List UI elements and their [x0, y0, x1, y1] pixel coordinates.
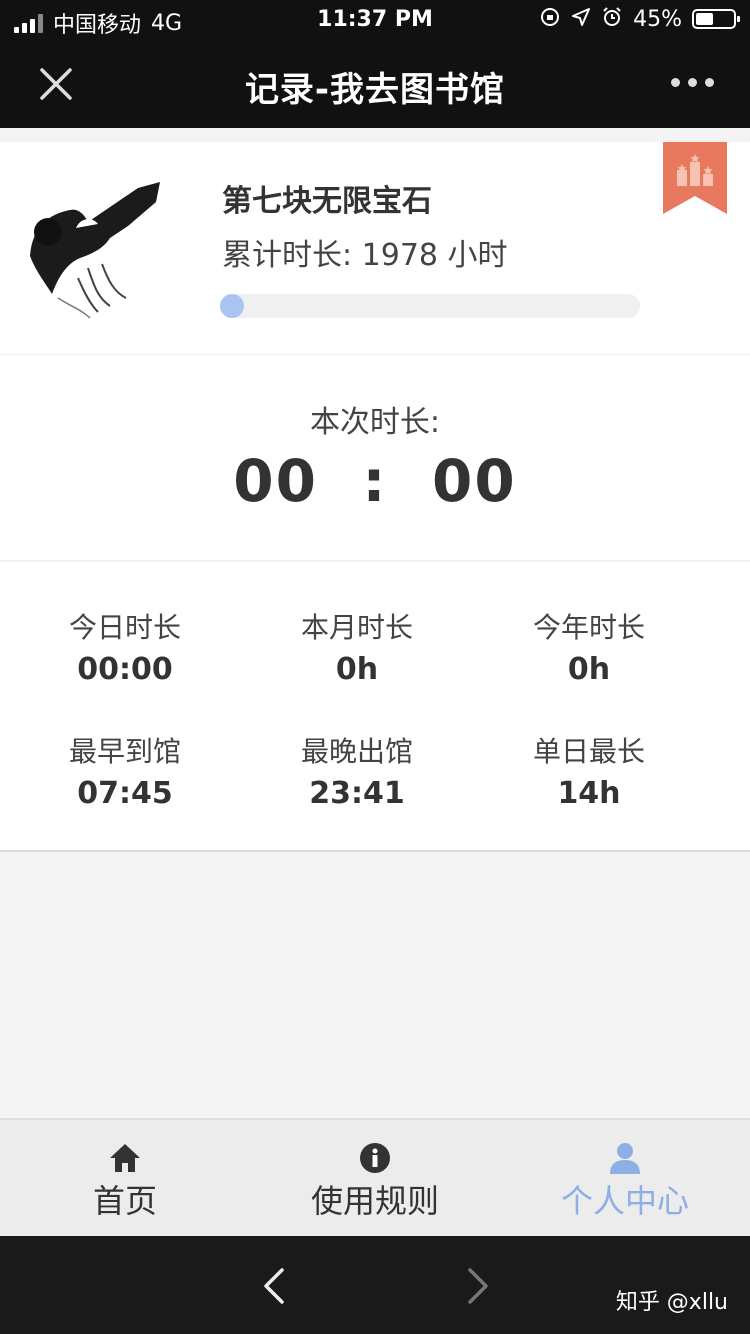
stat-value: 0h	[335, 652, 379, 687]
orientation-lock-icon	[539, 6, 561, 32]
stat-today: 今日时长 00:00	[0, 606, 250, 687]
progress-knob	[220, 294, 244, 318]
tab-bar: 首页 使用规则 个人中心	[0, 1118, 750, 1236]
stat-longest-day: 单日最长 14h	[464, 730, 714, 811]
session-clock: 00 : 00	[233, 447, 517, 515]
stat-value: 23:41	[309, 776, 405, 811]
back-icon[interactable]	[260, 1266, 290, 1310]
tab-label: 首页	[92, 1182, 157, 1220]
tab-home[interactable]: 首页	[0, 1140, 250, 1222]
stat-label: 本月时长	[300, 611, 413, 644]
page-title: 记录-我去图书馆	[244, 70, 506, 110]
location-icon	[571, 7, 591, 31]
total-duration: 累计时长: 1978 小时	[222, 238, 508, 273]
status-bar: 中国移动 4G 11:37 PM 45%	[0, 0, 750, 40]
status-right: 45%	[539, 6, 740, 32]
stat-label: 今年时长	[532, 611, 645, 644]
avatar[interactable]	[18, 168, 180, 324]
tab-rules[interactable]: 使用规则	[250, 1140, 500, 1222]
browser-bar: 知乎 @xllu	[0, 1236, 750, 1334]
nav-bar: 记录-我去图书馆	[0, 40, 750, 128]
stat-label: 单日最长	[532, 735, 645, 768]
stat-label: 最晚出馆	[300, 735, 413, 768]
tab-label: 使用规则	[310, 1182, 439, 1220]
stat-label: 今日时长	[68, 611, 181, 644]
stat-latest-leave: 最晚出馆 23:41	[232, 730, 482, 811]
user-icon	[500, 1140, 750, 1174]
stat-label: 最早到馆	[68, 735, 181, 768]
stat-month: 本月时长 0h	[232, 606, 482, 687]
stat-value: 00:00	[77, 652, 173, 687]
session-label: 本次时长:	[309, 405, 441, 440]
ranking-badge-icon[interactable]	[663, 142, 727, 214]
stat-value: 07:45	[77, 776, 173, 811]
more-icon[interactable]	[671, 78, 714, 87]
tab-label: 个人中心	[560, 1182, 689, 1220]
stat-value: 0h	[567, 652, 611, 687]
stat-earliest-arrival: 最早到馆 07:45	[0, 730, 250, 811]
session-panel: 本次时长: 00 : 00	[0, 355, 750, 561]
profile-card: 第七块无限宝石 累计时长: 1978 小时	[0, 142, 750, 355]
stat-year: 今年时长 0h	[464, 606, 714, 687]
tab-profile[interactable]: 个人中心	[500, 1140, 750, 1222]
battery-percent: 45%	[633, 6, 682, 32]
forward-icon[interactable]	[462, 1266, 492, 1310]
watermark: 知乎 @xllu	[615, 1290, 728, 1315]
stats-grid: 今日时长 00:00 本月时长 0h 今年时长 0h 最早到馆 07:45 最晚…	[0, 562, 750, 852]
user-name: 第七块无限宝石	[222, 184, 432, 219]
stat-value: 14h	[557, 776, 621, 811]
info-icon	[250, 1140, 500, 1174]
battery-icon	[692, 9, 740, 29]
level-progress-bar	[220, 294, 640, 318]
alarm-icon	[601, 6, 623, 32]
home-icon	[0, 1140, 250, 1174]
